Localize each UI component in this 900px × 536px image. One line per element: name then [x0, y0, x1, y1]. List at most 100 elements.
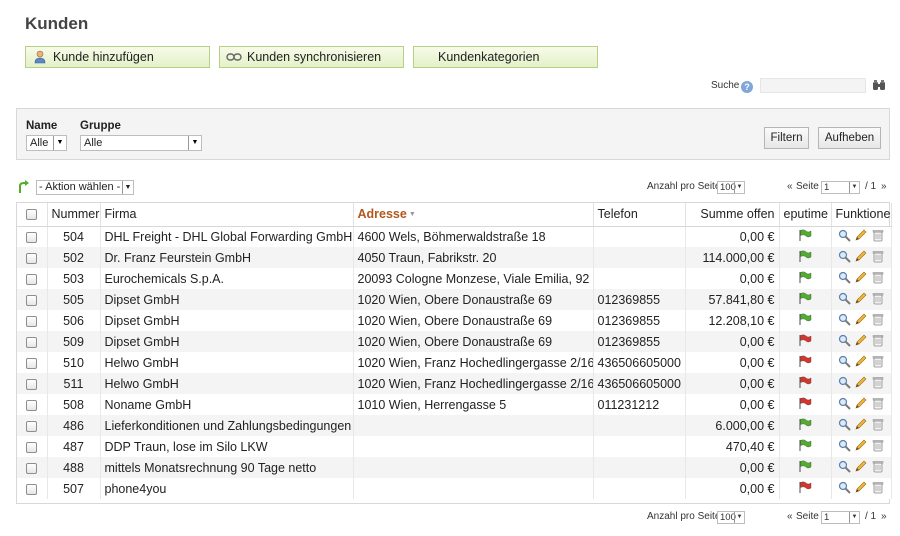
pencil-icon[interactable]: [854, 270, 868, 287]
row-checkbox[interactable]: [26, 483, 38, 495]
reset-filter-button[interactable]: Aufheben: [818, 127, 881, 149]
magnifier-icon[interactable]: [838, 313, 851, 329]
first-page-link[interactable]: «: [787, 181, 793, 192]
trash-icon[interactable]: [871, 249, 885, 266]
cell-company[interactable]: mittels Monatsrechnung 90 Tage netto: [100, 457, 354, 478]
row-checkbox[interactable]: [26, 252, 38, 264]
page-select[interactable]: 1 ▼: [821, 181, 860, 194]
table-row[interactable]: 487 DDP Traun, lose im Silo LKW 470,40 €: [17, 436, 892, 457]
cell-company[interactable]: Noname GmbH: [100, 394, 354, 415]
trash-icon[interactable]: [871, 312, 885, 329]
magnifier-icon[interactable]: [838, 292, 851, 308]
filter-button[interactable]: Filtern: [764, 127, 809, 149]
row-checkbox[interactable]: [26, 315, 38, 327]
table-row[interactable]: 503 Eurochemicals S.p.A. 20093 Cologne Mon…: [17, 268, 892, 289]
row-select-cell[interactable]: [17, 268, 48, 289]
row-checkbox[interactable]: [26, 462, 38, 474]
row-select-cell[interactable]: [17, 331, 48, 352]
trash-icon[interactable]: [871, 438, 885, 455]
table-row[interactable]: 504 DHL Freight - DHL Global Forwarding G…: [17, 226, 892, 247]
select-all-checkbox[interactable]: [26, 209, 38, 221]
row-select-cell[interactable]: [17, 394, 48, 415]
table-row[interactable]: 505 Dipset GmbH 1020 Wien, Obere Donaustra…: [17, 289, 892, 310]
table-row[interactable]: 502 Dr. Franz Feurstein GmbH 4050 Traun, F…: [17, 247, 892, 268]
magnifier-icon[interactable]: [838, 376, 851, 392]
magnifier-icon[interactable]: [838, 271, 851, 287]
row-checkbox[interactable]: [26, 420, 38, 432]
column-phone[interactable]: Telefon: [593, 203, 686, 227]
row-select-cell[interactable]: [17, 310, 48, 331]
trash-icon[interactable]: [871, 228, 885, 245]
pencil-icon[interactable]: [854, 417, 868, 434]
magnifier-icon[interactable]: [838, 460, 851, 476]
trash-icon[interactable]: [871, 375, 885, 392]
row-checkbox[interactable]: [26, 357, 38, 369]
column-address[interactable]: Adresse ▼: [353, 203, 594, 227]
customer-categories-button[interactable]: Kundenkategorien: [413, 46, 598, 68]
add-customer-button[interactable]: Kunde hinzufügen: [25, 46, 210, 68]
select-all-cell[interactable]: [17, 203, 48, 227]
trash-icon[interactable]: [871, 333, 885, 350]
magnifier-icon[interactable]: [838, 229, 851, 245]
cell-company[interactable]: DHL Freight - DHL Global Forwarding GmbH: [100, 226, 354, 247]
table-row[interactable]: 506 Dipset GmbH 1020 Wien, Obere Donaustra…: [17, 310, 892, 331]
magnifier-icon[interactable]: [838, 439, 851, 455]
row-select-cell[interactable]: [17, 373, 48, 394]
pencil-icon[interactable]: [854, 480, 868, 497]
table-row[interactable]: 508 Noname GmbH 1010 Wien, Herrengasse 5 01…: [17, 394, 892, 415]
pencil-icon[interactable]: [854, 333, 868, 350]
row-checkbox[interactable]: [26, 336, 38, 348]
table-row[interactable]: 488 mittels Monatsrechnung 90 Tage netto 0…: [17, 457, 892, 478]
magnifier-icon[interactable]: [838, 481, 851, 497]
row-checkbox[interactable]: [26, 399, 38, 411]
pencil-icon[interactable]: [854, 438, 868, 455]
sync-customers-button[interactable]: Kunden synchronisieren: [219, 46, 404, 68]
page-select[interactable]: 1 ▼: [821, 511, 860, 524]
pencil-icon[interactable]: [854, 354, 868, 371]
cell-company[interactable]: Dr. Franz Feurstein GmbH: [100, 247, 354, 268]
binoculars-icon[interactable]: [872, 78, 886, 92]
last-page-link[interactable]: »: [881, 181, 887, 192]
group-filter-select[interactable]: Alle ▼: [80, 135, 202, 151]
per-page-select[interactable]: 100 ▼: [717, 181, 745, 194]
table-row[interactable]: 507 phone4you 0,00 €: [17, 478, 892, 499]
row-select-cell[interactable]: [17, 289, 48, 310]
pencil-icon[interactable]: [854, 459, 868, 476]
cell-company[interactable]: Helwo GmbH: [100, 373, 354, 394]
cell-company[interactable]: Helwo GmbH: [100, 352, 354, 373]
last-page-link[interactable]: »: [881, 511, 887, 522]
row-select-cell[interactable]: [17, 457, 48, 478]
trash-icon[interactable]: [871, 354, 885, 371]
table-row[interactable]: 510 Helwo GmbH 1020 Wien, Franz Hochedling…: [17, 352, 892, 373]
cell-company[interactable]: Dipset GmbH: [100, 331, 354, 352]
search-input[interactable]: [760, 78, 866, 93]
row-select-cell[interactable]: [17, 352, 48, 373]
trash-icon[interactable]: [871, 291, 885, 308]
row-checkbox[interactable]: [26, 231, 38, 243]
cell-company[interactable]: DDP Traun, lose im Silo LKW: [100, 436, 354, 457]
cell-company[interactable]: Dipset GmbH: [100, 289, 354, 310]
help-icon[interactable]: ?: [741, 81, 753, 93]
pencil-icon[interactable]: [854, 375, 868, 392]
cell-company[interactable]: Lieferkonditionen und Zahlungsbedingunge…: [100, 415, 354, 436]
column-company[interactable]: Firma: [100, 203, 354, 227]
trash-icon[interactable]: [871, 417, 885, 434]
pencil-icon[interactable]: [854, 228, 868, 245]
name-filter-select[interactable]: Alle ▼: [26, 135, 67, 151]
cell-company[interactable]: Dipset GmbH: [100, 310, 354, 331]
column-balance[interactable]: Summe offen: [685, 203, 780, 227]
row-checkbox[interactable]: [26, 273, 38, 285]
trash-icon[interactable]: [871, 480, 885, 497]
magnifier-icon[interactable]: [838, 355, 851, 371]
magnifier-icon[interactable]: [838, 397, 851, 413]
pencil-icon[interactable]: [854, 396, 868, 413]
cell-company[interactable]: Eurochemicals S.p.A.: [100, 268, 354, 289]
row-checkbox[interactable]: [26, 294, 38, 306]
pencil-icon[interactable]: [854, 291, 868, 308]
row-checkbox[interactable]: [26, 441, 38, 453]
row-select-cell[interactable]: [17, 415, 48, 436]
first-page-link[interactable]: «: [787, 511, 793, 522]
table-row[interactable]: 511 Helwo GmbH 1020 Wien, Franz Hochedling…: [17, 373, 892, 394]
magnifier-icon[interactable]: [838, 250, 851, 266]
trash-icon[interactable]: [871, 396, 885, 413]
